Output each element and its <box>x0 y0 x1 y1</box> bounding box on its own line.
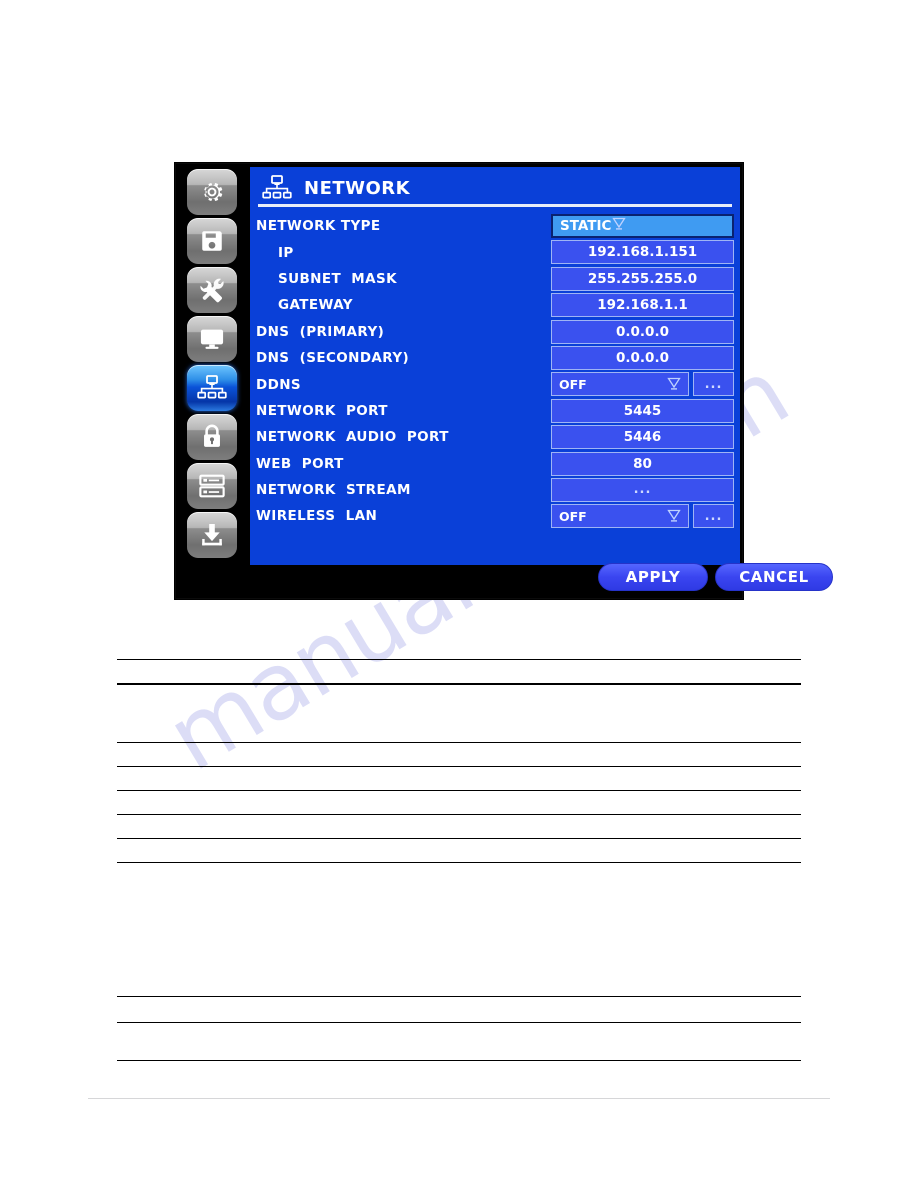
horizontal-rule <box>117 742 801 743</box>
lock-icon <box>199 423 225 451</box>
field-value: 80 <box>633 455 652 472</box>
row-label: NETWORK PORT <box>256 402 388 419</box>
page-title: NETWORK <box>304 177 411 199</box>
network-icon <box>197 375 227 401</box>
row-label: DNS (PRIMARY) <box>256 323 385 340</box>
row-value-field[interactable]: 80 <box>551 451 734 476</box>
sidebar-item-system[interactable] <box>187 169 237 215</box>
row-label: SUBNET MASK <box>278 270 397 287</box>
row-value-field[interactable]: 192.168.1.151 <box>551 240 734 265</box>
server-icon <box>198 473 226 499</box>
row-label: NETWORK AUDIO PORT <box>256 429 449 446</box>
row-label: GATEWAY <box>278 297 353 314</box>
field-value: 0.0.0.0 <box>616 349 669 366</box>
settings-row[interactable]: DDNS OFF... <box>250 371 740 397</box>
row-dropdown[interactable]: OFF <box>551 504 689 529</box>
settings-rows: NETWORK TYPE STATIC IP 192.168.1.151 SUBNET … <box>250 209 740 530</box>
row-more-button[interactable]: ... <box>693 372 734 397</box>
apply-button[interactable]: APPLY <box>598 563 708 591</box>
chevron-down-icon <box>666 508 682 527</box>
sidebar-item-record[interactable] <box>187 218 237 264</box>
settings-row[interactable]: WEB PORT 80 <box>250 451 740 477</box>
settings-row[interactable]: IP 192.168.1.151 <box>250 239 740 265</box>
monitor-icon <box>198 325 226 353</box>
dropdown-value: OFF <box>559 508 587 524</box>
osd-footer: APPLY CANCEL <box>250 563 833 593</box>
chevron-down-icon <box>611 216 627 236</box>
page-footer-rule <box>88 1098 830 1099</box>
horizontal-rule <box>117 683 801 685</box>
settings-row[interactable]: GATEWAY 192.168.1.1 <box>250 292 740 318</box>
osd-panel: NETWORK NETWORK TYPE STATIC IP 192.168.1.15… <box>250 167 740 565</box>
field-value: ... <box>633 482 652 498</box>
row-label: NETWORK TYPE <box>256 218 381 235</box>
chevron-down-icon <box>666 376 682 395</box>
field-value: 5445 <box>623 402 662 419</box>
field-value: 192.168.1.1 <box>597 297 688 314</box>
sidebar-item-security[interactable] <box>187 414 237 460</box>
row-value-field[interactable]: 0.0.0.0 <box>551 319 734 344</box>
tools-icon <box>198 276 226 304</box>
horizontal-rule <box>117 862 801 863</box>
dropdown-value: OFF <box>559 376 587 392</box>
horizontal-rule <box>117 766 801 767</box>
settings-row[interactable]: NETWORK AUDIO PORT 5446 <box>250 424 740 450</box>
row-dropdown[interactable]: STATIC <box>551 214 734 238</box>
row-value-field[interactable]: 192.168.1.1 <box>551 293 734 318</box>
field-value: 5446 <box>623 429 662 446</box>
row-label: IP <box>278 244 294 261</box>
row-label: WIRELESS LAN <box>256 508 378 525</box>
sidebar-item-backup[interactable] <box>187 512 237 558</box>
row-value-field[interactable]: 5446 <box>551 425 734 450</box>
download-icon <box>198 521 226 549</box>
row-label: WEB PORT <box>256 455 344 472</box>
field-value: 192.168.1.151 <box>587 244 698 261</box>
horizontal-rule <box>117 838 801 839</box>
sidebar-item-display[interactable] <box>187 316 237 362</box>
floppy-disk-icon <box>199 228 225 254</box>
osd-network-dialog: NETWORK NETWORK TYPE STATIC IP 192.168.1.15… <box>175 163 833 599</box>
sidebar-item-storage[interactable] <box>187 463 237 509</box>
settings-row[interactable]: NETWORK TYPE STATIC <box>250 213 740 239</box>
page-root: manualslib.com <box>0 0 918 1188</box>
field-value: 0.0.0.0 <box>616 323 669 340</box>
network-topology-icon <box>262 175 292 201</box>
row-value-field[interactable]: ... <box>551 477 734 502</box>
horizontal-rule <box>117 814 801 815</box>
settings-row[interactable]: NETWORK PORT 5445 <box>250 398 740 424</box>
panel-header: NETWORK <box>250 167 740 209</box>
header-underline <box>258 204 732 207</box>
settings-row[interactable]: DNS (PRIMARY) 0.0.0.0 <box>250 319 740 345</box>
horizontal-rule <box>117 1060 801 1061</box>
field-value: STATIC <box>560 218 612 234</box>
horizontal-rule <box>117 996 801 997</box>
row-label: DDNS <box>256 376 302 393</box>
osd-sidebar <box>176 164 248 598</box>
row-more-button[interactable]: ... <box>693 504 734 529</box>
row-label: NETWORK STREAM <box>256 482 411 499</box>
settings-row[interactable]: DNS (SECONDARY) 0.0.0.0 <box>250 345 740 371</box>
settings-row[interactable]: WIRELESS LAN OFF... <box>250 503 740 529</box>
sidebar-item-network[interactable] <box>187 365 237 411</box>
gear-icon <box>198 178 226 206</box>
horizontal-rule <box>117 790 801 791</box>
settings-row[interactable]: SUBNET MASK 255.255.255.0 <box>250 266 740 292</box>
horizontal-rule <box>117 1022 801 1023</box>
row-value-field[interactable]: 255.255.255.0 <box>551 266 734 291</box>
field-value: 255.255.255.0 <box>587 270 698 287</box>
row-label: DNS (SECONDARY) <box>256 350 410 367</box>
cancel-button[interactable]: CANCEL <box>715 563 833 591</box>
row-value-field[interactable]: 0.0.0.0 <box>551 345 734 370</box>
sidebar-item-device[interactable] <box>187 267 237 313</box>
row-value-field[interactable]: 5445 <box>551 398 734 423</box>
horizontal-rule <box>117 659 801 660</box>
row-dropdown[interactable]: OFF <box>551 372 689 397</box>
settings-row[interactable]: NETWORK STREAM... <box>250 477 740 503</box>
